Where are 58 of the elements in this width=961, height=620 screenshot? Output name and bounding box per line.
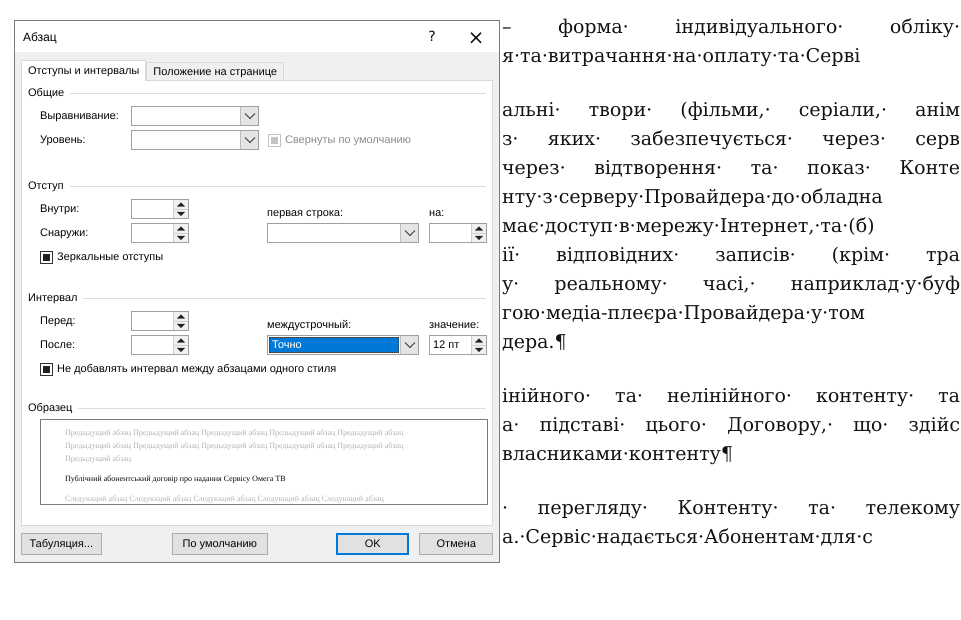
text-line: · перегляду· Контенту· та· телекому [502,496,960,521]
spin-field[interactable] [131,335,189,355]
text-line: інійного· та· нелінійного· контенту· та [502,384,960,409]
dropdown[interactable] [267,223,419,243]
dialog-button[interactable]: Табуляция... [21,533,102,555]
text-line: дера.¶ [502,330,568,355]
field-label: Уровень: [40,134,86,146]
text-line: – форма· індивідуального· обліку· [502,15,960,40]
text-line: альні· твори· (фільми,· серіали,· анім [502,98,960,123]
dialog-button[interactable]: OK [336,533,410,555]
dialog-button[interactable]: По умолчанию [172,533,268,555]
field-label: значение: [429,319,480,333]
chevron-down-icon [404,341,416,349]
section-title: Общие [28,87,64,99]
text-line: з· яких· забезпечується· через· серв [502,127,960,152]
dropdown[interactable] [131,130,259,150]
spin-field[interactable] [131,311,189,331]
dropdown[interactable]: Точно [267,335,419,355]
checkbox[interactable]: Не добавлять интервал между абзацами одного стиля [40,362,487,376]
text-line: я·та·витрачання·на·оплату·та·Серві [502,44,862,69]
preview-text: Следующий абзац Следующий абзац Следующий абзац Следующий абзац Следующий абзац [65,493,385,504]
text-line: через· відтворення· та· показ· Конте [502,156,960,181]
chevron-down-icon [244,136,256,144]
field-label: Перед: [40,315,76,327]
section-title: Интервал [28,292,78,304]
tab[interactable]: Положение на странице [146,62,284,80]
dialog-button[interactable]: Отмена [419,533,493,555]
section-title: Отступ [28,180,64,192]
text-line: має·доступ·в·мережу·Інтернет,·та·(б) [502,214,876,239]
window-title: Абзац [23,30,58,44]
section-title: Образец [28,402,72,414]
field-label: Выравнивание: [40,110,120,122]
field-label: на: [429,207,446,221]
text-line: гою·медіа-плеєра·Провайдера·у·том [502,301,866,326]
text-line: власниками·контенту¶ [502,442,734,467]
field-label: междустрочный: [267,319,352,333]
text-line: у· реальному· часі,· наприклад·у·буф [502,272,960,297]
field-label: Внутри: [40,203,80,215]
text-line: ії· відповідних· записів· (крім· тра [502,243,960,268]
field-label: Снаружи: [40,227,90,239]
preview-text: Публічний абонентський договір про надання Сервісу Омега ТВ [65,473,287,485]
checkbox[interactable]: Зеркальные отступы [40,250,487,264]
dropdown[interactable] [131,106,259,126]
text-line: а.·Сервіс·надається·Абонентам·для·с [502,525,874,550]
spin-field[interactable] [131,199,189,219]
spin-field[interactable] [429,223,487,243]
text-line: нту·з·серверу·Провайдера·до·обладна [502,185,884,210]
field-label: первая строка: [267,207,344,221]
chevron-down-icon [244,112,256,120]
chevron-down-icon [404,229,416,237]
text-line: а· підставі· цього· Договору,· що· здійс [502,413,960,438]
spin-field[interactable] [131,223,189,243]
preview-text: Предыдущий абзац Предыдущий абзац Предыдущий абзац Предыдущий абзац Предыдущий абзац Предыдущий абзац Предыдущий абзац Предыдущий абзац Предыдущий абзац Предыдущий абзац Предыдущий абзац [65,427,404,465]
tab[interactable]: Отступы и интервалы [21,60,146,81]
help-button[interactable]: ? [410,21,454,52]
close-button[interactable]: × [454,21,498,52]
spin-field[interactable]: 12 пт [429,335,487,355]
field-label: После: [40,339,76,351]
